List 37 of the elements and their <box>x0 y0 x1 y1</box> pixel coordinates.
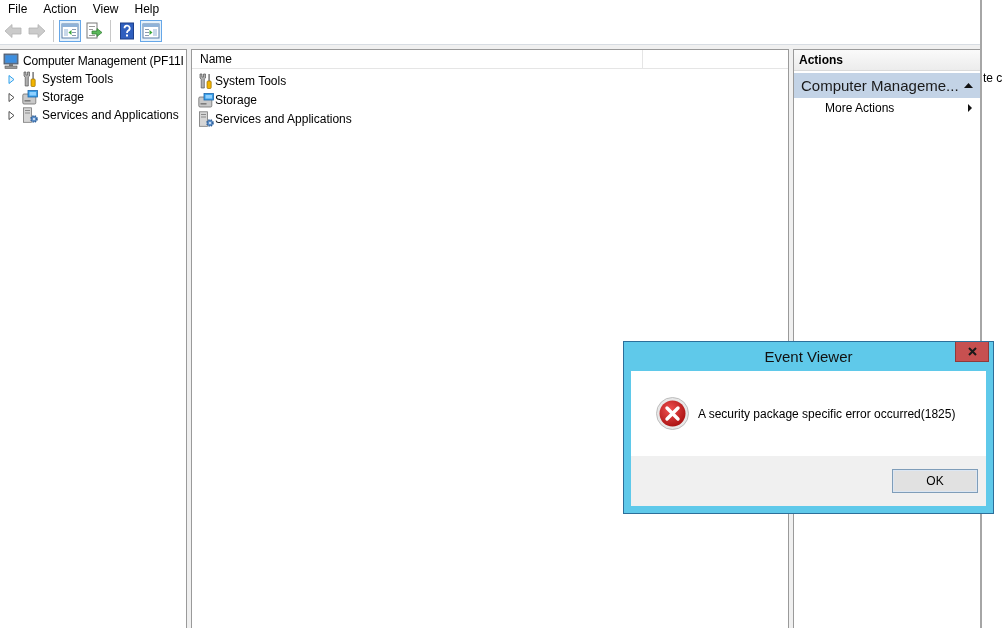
tree-item[interactable]: System Tools <box>22 71 116 87</box>
menu-item[interactable]: Action <box>35 0 85 17</box>
menu-item[interactable]: View <box>84 0 127 17</box>
menu-item[interactable]: Help <box>126 0 168 17</box>
tools-icon <box>22 71 38 87</box>
menu-item[interactable]: File <box>0 0 36 17</box>
pane-title: Actions <box>794 50 980 71</box>
close-icon <box>967 347 977 356</box>
expand-arrow-icon[interactable] <box>8 110 15 120</box>
list-item[interactable]: Services and Applications <box>198 109 352 128</box>
tree-item[interactable]: Services and Applications <box>22 107 181 123</box>
arrow-left-icon <box>4 21 22 40</box>
export-button[interactable] <box>83 19 105 42</box>
pane-right-icon <box>142 21 160 40</box>
server-gear-icon <box>198 110 214 127</box>
close-button[interactable] <box>955 342 989 362</box>
ok-button[interactable]: OK <box>892 469 978 493</box>
dialog-title: Event Viewer <box>764 348 853 365</box>
list-item[interactable]: Storage <box>198 90 258 109</box>
tree-item[interactable]: Storage <box>22 89 87 105</box>
pane-left-icon <box>61 21 79 40</box>
document-arrow-icon <box>85 21 103 40</box>
expand-arrow-icon[interactable] <box>8 92 15 102</box>
help-icon <box>118 21 136 40</box>
arrow-right-icon <box>28 21 46 40</box>
message-text: A security package specific error occurred(1825) <box>698 406 956 421</box>
error-icon <box>656 397 689 430</box>
tools-icon <box>198 72 214 89</box>
section-header[interactable]: Computer Manageme... <box>794 73 980 98</box>
computer-icon <box>3 53 19 69</box>
background-window-text: te c <box>983 71 1003 85</box>
storage-icon <box>198 91 214 108</box>
list-item[interactable]: System Tools <box>198 71 287 90</box>
tree-item[interactable]: Computer Management (PF11I <box>3 53 186 69</box>
console-tree-button[interactable] <box>59 19 81 42</box>
storage-icon <box>22 89 38 105</box>
server-gear-icon <box>22 107 38 123</box>
